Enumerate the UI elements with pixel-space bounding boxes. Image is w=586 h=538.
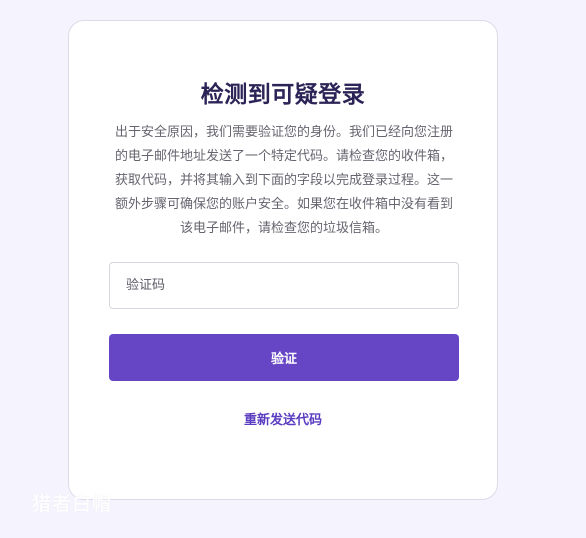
- resend-code-link[interactable]: 重新发送代码: [69, 409, 497, 428]
- verify-button[interactable]: 验证: [109, 334, 459, 381]
- verification-code-input[interactable]: [109, 262, 459, 309]
- watermark-logo: 猎者白帽: [32, 493, 113, 515]
- verification-card: 检测到可疑登录 出于安全原因，我们需要验证您的身份。我们已经向您注册的电子邮件地…: [68, 20, 498, 500]
- verification-description: 出于安全原因，我们需要验证您的身份。我们已经向您注册的电子邮件地址发送了一个特定…: [114, 125, 453, 236]
- page-title: 检测到可疑登录: [200, 82, 366, 108]
